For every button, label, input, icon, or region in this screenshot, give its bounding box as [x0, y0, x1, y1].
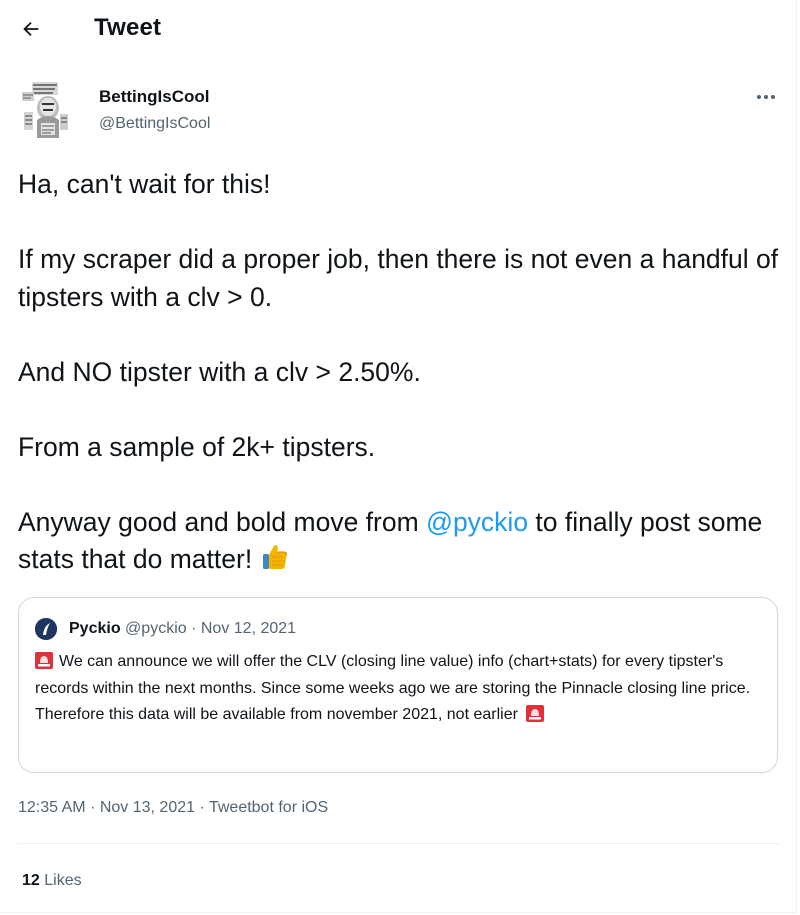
avatar[interactable] [20, 80, 72, 140]
tweet-text-segment: Anyway good and bold move from [18, 506, 427, 537]
thumbs-up-icon [260, 542, 290, 583]
tweet-time[interactable]: 12:35 AM [18, 799, 86, 816]
quoted-text-content: We can announce we will offer the CLV (c… [35, 653, 751, 723]
header: Tweet [0, 0, 797, 56]
tweet-page: Tweet BettingIsCool @BettingIsCool Ha, c… [0, 0, 797, 913]
more-options-button[interactable] [748, 86, 784, 108]
tweet-paragraph: Ha, can't wait for this! [18, 169, 271, 199]
pyckio-logo-icon [35, 618, 57, 640]
separator-dot: · [90, 799, 96, 816]
tweet-paragraph: And NO tipster with a clv > 2.50%. [18, 356, 421, 387]
mention-link[interactable]: @pyckio [426, 507, 528, 537]
likes-count: 12 [22, 872, 40, 889]
tweet-paragraph-last: Anyway good and bold move from @pyckio t… [18, 504, 788, 583]
page-title: Tweet [94, 14, 162, 41]
quoted-date: Nov 12, 2021 [200, 620, 297, 637]
likes-stat[interactable]: 12 Likes [22, 870, 82, 892]
separator-dot: · [191, 620, 197, 637]
divider [18, 843, 780, 844]
quoted-tweet-text: We can announce we will offer the CLV (c… [35, 649, 765, 729]
quoted-author-handle: @pyckio [125, 620, 187, 637]
tweet-text: Ha, can't wait for this! If my scraper d… [18, 166, 788, 583]
arrow-left-icon [23, 21, 39, 37]
rotating-light-icon [525, 705, 544, 722]
likes-label: Likes [44, 872, 82, 889]
more-horizontal-icon [757, 95, 761, 99]
separator-dot: · [199, 799, 205, 816]
rotating-light-icon [35, 652, 53, 669]
tweet-paragraph: From a sample of 2k+ tipsters. [18, 431, 376, 462]
quoted-author-name: Pyckio [69, 620, 121, 637]
quoted-avatar [35, 618, 57, 640]
tweet-paragraph: If my scraper did a proper job, then the… [18, 244, 779, 312]
author-name[interactable]: BettingIsCool [99, 86, 210, 108]
tweet-date[interactable]: Nov 13, 2021 [100, 799, 195, 816]
quoted-header: Pyckio @pyckio · Nov 12, 2021 [69, 618, 296, 640]
author-handle[interactable]: @BettingIsCool [99, 113, 210, 135]
tweet-source[interactable]: Tweetbot for iOS [209, 799, 328, 816]
tweet-meta: 12:35 AM · Nov 13, 2021 · Tweetbot for i… [18, 797, 328, 819]
back-button[interactable] [14, 12, 48, 46]
quoted-tweet-card[interactable]: Pyckio @pyckio · Nov 12, 2021 We can ann… [18, 597, 778, 773]
avatar-image [20, 80, 72, 140]
